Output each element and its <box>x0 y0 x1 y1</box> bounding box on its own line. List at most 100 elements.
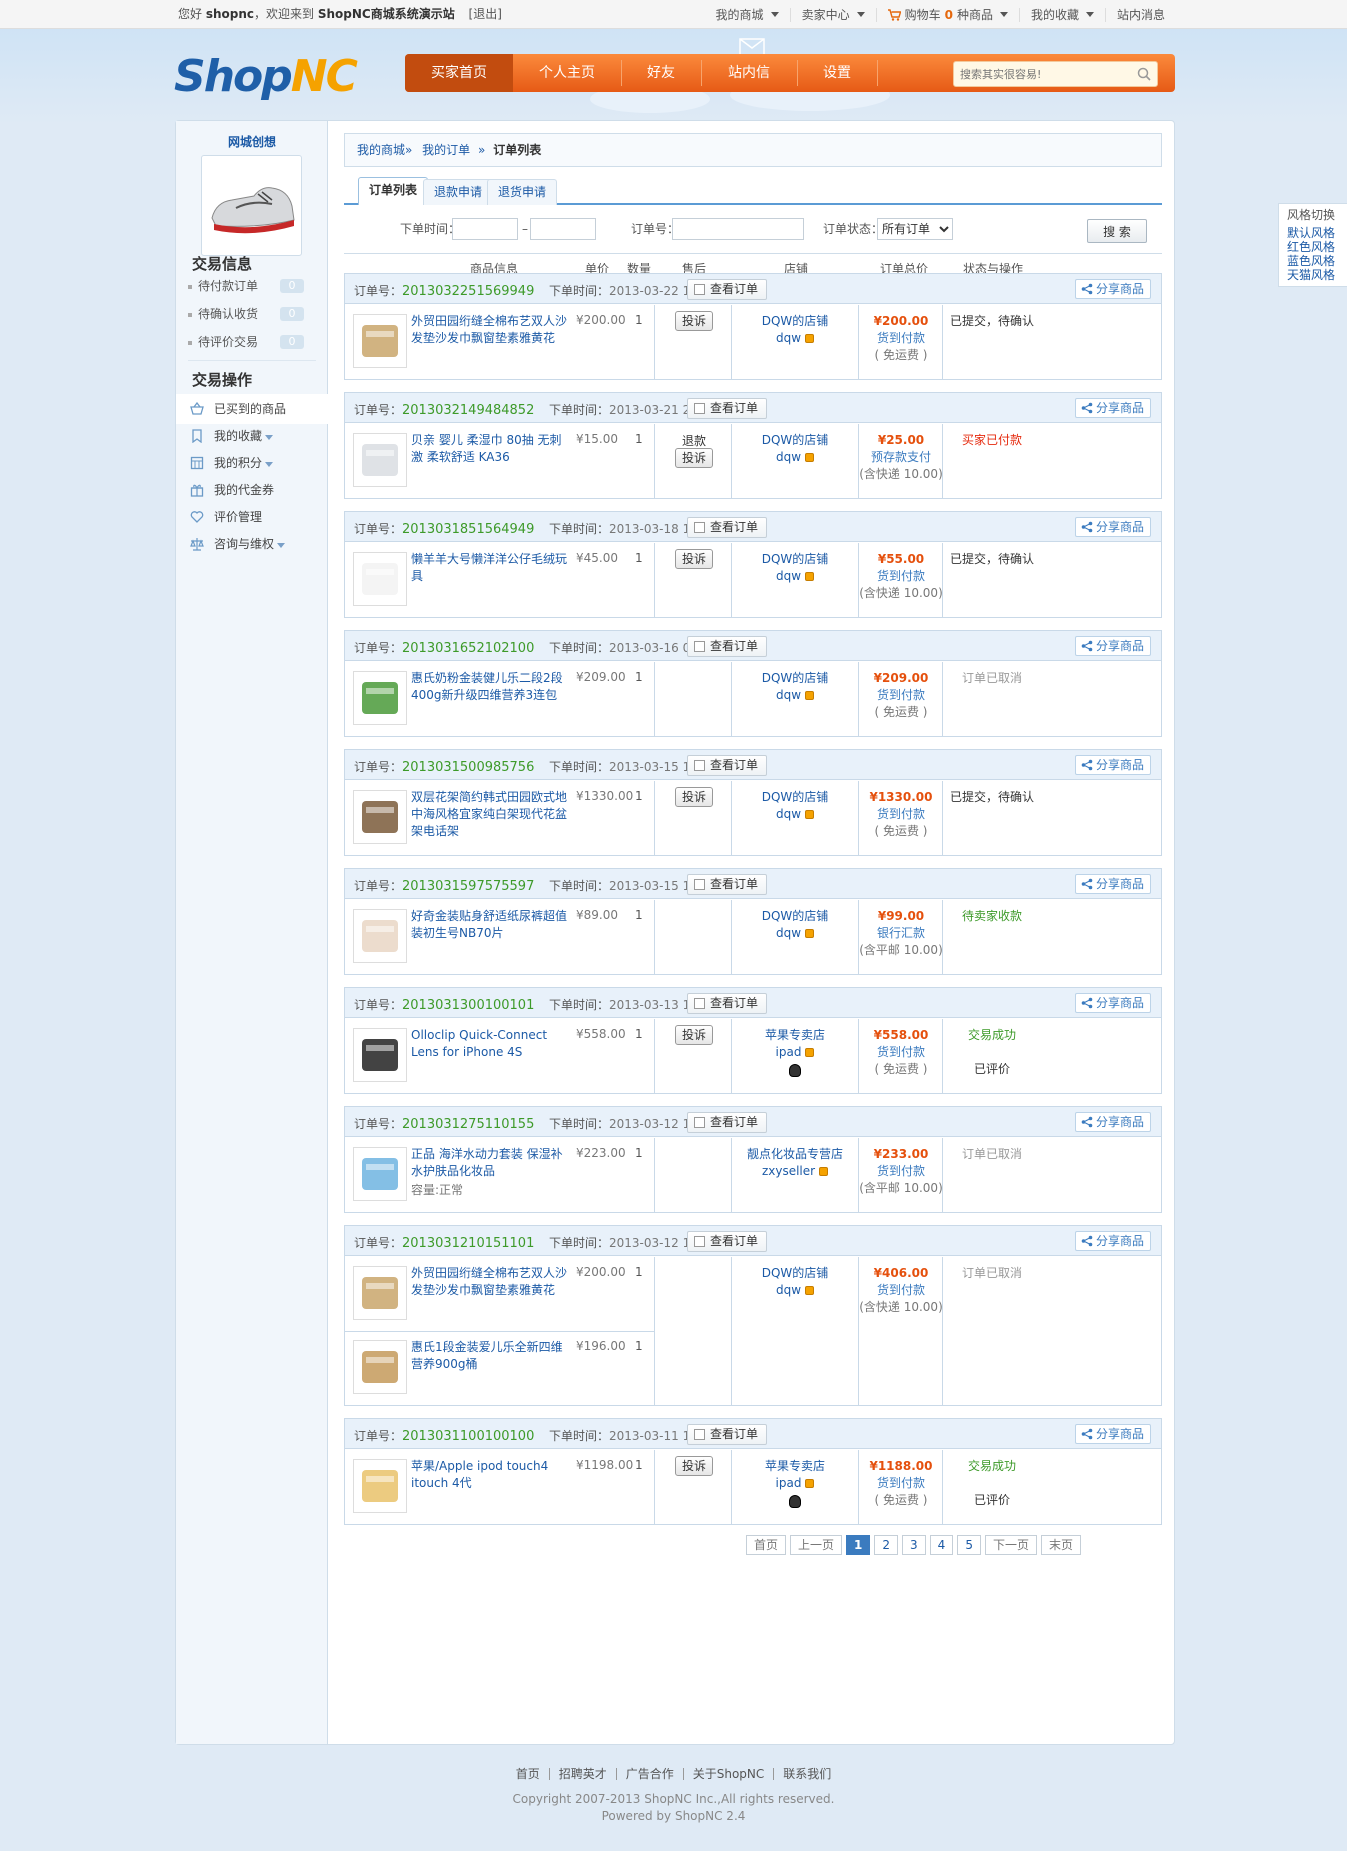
footer-link-ads[interactable]: 广告合作 <box>626 1767 674 1781</box>
complain-button[interactable]: 投诉 <box>675 1025 713 1045</box>
goods-name-link[interactable]: 贝亲 婴儿 柔湿巾 80抽 无刺激 柔软舒适 KA36 <box>411 432 571 466</box>
goods-name-link[interactable]: 惠氏1段金装爱儿乐全新四维营养900g桶 <box>411 1339 571 1373</box>
flower-stand-thumbnail[interactable] <box>353 790 407 844</box>
diapers-thumbnail[interactable] <box>353 909 407 963</box>
store-name-link[interactable]: DQW的店铺 <box>733 313 857 330</box>
im-chat-icon[interactable] <box>805 1479 815 1488</box>
share-goods-button[interactable]: 分享商品 <box>1074 1231 1151 1251</box>
share-goods-button[interactable]: 分享商品 <box>1074 755 1151 775</box>
favorites-menu[interactable]: 我的收藏 <box>1018 7 1105 22</box>
im-chat-icon[interactable] <box>805 691 815 700</box>
nav-settings[interactable]: 设置 <box>797 54 877 92</box>
goods-name-link[interactable]: 好奇金装贴身舒适纸尿裤超值装初生号NB70片 <box>411 908 571 942</box>
share-goods-button[interactable]: 分享商品 <box>1074 636 1151 656</box>
goods-name-link[interactable]: 正品 海洋水动力套装 保湿补水护肤品化妆品 <box>411 1146 571 1180</box>
page-2[interactable]: 2 <box>874 1535 899 1555</box>
site-logo[interactable]: ShopNC <box>174 52 358 102</box>
sidebar-item-consult[interactable]: 咨询与维权 <box>176 529 328 559</box>
page-4[interactable]: 4 <box>929 1535 954 1555</box>
sidebar-item-vouchers[interactable]: 我的代金券 <box>176 475 328 505</box>
order-state-select[interactable]: 所有订单 <box>877 218 953 240</box>
complain-button[interactable]: 投诉 <box>675 1456 713 1476</box>
goods-name-link[interactable]: 惠氏奶粉金装健儿乐二段2段400g新升级四维营养3连包 <box>411 670 571 704</box>
footer-link-home[interactable]: 首页 <box>516 1767 540 1781</box>
view-order-button[interactable]: 查看订单 <box>687 755 768 776</box>
pending-review-link[interactable]: 待评价交易 0 <box>188 332 316 352</box>
share-goods-button[interactable]: 分享商品 <box>1074 279 1151 299</box>
goods-name-link[interactable]: 苹果/Apple ipod touch4 itouch 4代 <box>411 1458 571 1492</box>
start-date-input[interactable] <box>452 218 518 240</box>
store-name-link[interactable]: DQW的店铺 <box>733 908 857 925</box>
goods-name-link[interactable]: 双层花架简约韩式田园欧式地中海风格宜家纯白架现代花盆架电话架 <box>411 789 571 840</box>
seller-name[interactable]: dqw <box>776 568 801 585</box>
seller-name[interactable]: dqw <box>776 1282 801 1299</box>
page-first[interactable]: 首页 <box>746 1535 787 1555</box>
complain-button[interactable]: 投诉 <box>675 549 713 569</box>
seller-name[interactable]: dqw <box>776 330 801 347</box>
seller-name[interactable]: zxyseller <box>762 1163 815 1180</box>
im-chat-icon[interactable] <box>819 1167 829 1176</box>
style-red[interactable]: 红色风格 <box>1287 240 1347 254</box>
cushion-thumbnail[interactable] <box>353 314 407 368</box>
complain-button[interactable]: 投诉 <box>675 311 713 331</box>
store-name-link[interactable]: DQW的店铺 <box>733 432 857 449</box>
nav-messages[interactable]: 站内信 <box>701 54 797 92</box>
seller-name[interactable]: ipad <box>776 1475 802 1492</box>
goods-name-link[interactable]: Olloclip Quick-Connect Lens for iPhone 4… <box>411 1027 571 1061</box>
goods-name-link[interactable]: 外贸田园绗缝全棉布艺双人沙发垫沙发巾飘窗垫素雅黄花 <box>411 1265 571 1299</box>
search-input[interactable] <box>960 66 1130 82</box>
cushion-thumbnail[interactable] <box>353 1266 407 1320</box>
page-1[interactable]: 1 <box>846 1535 871 1555</box>
page-3[interactable]: 3 <box>902 1535 926 1555</box>
share-goods-button[interactable]: 分享商品 <box>1074 398 1151 418</box>
ipod-thumbnail[interactable] <box>353 1459 407 1513</box>
im-chat-icon[interactable] <box>805 572 815 581</box>
milk-powder-thumbnail[interactable] <box>353 671 407 725</box>
store-name-link[interactable]: 靓点化妆品专营店 <box>733 1146 857 1163</box>
search-icon[interactable] <box>1137 67 1151 81</box>
view-order-button[interactable]: 查看订单 <box>687 636 768 657</box>
share-goods-button[interactable]: 分享商品 <box>1074 1112 1151 1132</box>
share-goods-button[interactable]: 分享商品 <box>1074 517 1151 537</box>
view-order-button[interactable]: 查看订单 <box>687 398 768 419</box>
style-tmall[interactable]: 天猫风格 <box>1287 268 1347 282</box>
cosmetics-thumbnail[interactable] <box>353 1147 407 1201</box>
im-chat-icon[interactable] <box>805 1286 815 1295</box>
logout-link[interactable]: [退出] <box>469 7 502 21</box>
store-name-link[interactable]: 苹果专卖店 <box>733 1458 857 1475</box>
my-mall-menu[interactable]: 我的商城 <box>705 8 790 22</box>
nav-profile[interactable]: 个人主页 <box>513 54 621 92</box>
share-goods-button[interactable]: 分享商品 <box>1074 993 1151 1013</box>
store-name-link[interactable]: DQW的店铺 <box>733 1265 857 1282</box>
footer-link-contact[interactable]: 联系我们 <box>783 1767 831 1781</box>
store-name-link[interactable]: 苹果专卖店 <box>733 1027 857 1044</box>
lens-thumbnail[interactable] <box>353 1028 407 1082</box>
sidebar-item-bought[interactable]: 已买到的商品 <box>176 394 329 424</box>
im-chat-icon[interactable] <box>805 334 815 343</box>
search-button[interactable]: 搜 索 <box>1087 219 1147 243</box>
seller-name[interactable]: dqw <box>776 687 801 704</box>
user-name[interactable]: 网城创想 <box>176 133 328 150</box>
share-goods-button[interactable]: 分享商品 <box>1074 1424 1151 1444</box>
view-order-button[interactable]: 查看订单 <box>687 279 768 300</box>
page-next[interactable]: 下一页 <box>984 1535 1037 1555</box>
tab-return[interactable]: 退货申请 <box>487 179 558 205</box>
nav-buyer-home[interactable]: 买家首页 <box>405 54 513 92</box>
cart-menu[interactable]: 购物车 0 种商品 <box>875 7 1019 22</box>
store-name-link[interactable]: DQW的店铺 <box>733 551 857 568</box>
share-goods-button[interactable]: 分享商品 <box>1074 874 1151 894</box>
qq-penguin-icon[interactable] <box>789 1064 801 1077</box>
tab-refund[interactable]: 退款申请 <box>423 179 494 205</box>
sidebar-item-favorites[interactable]: 我的收藏 <box>176 421 328 451</box>
im-chat-icon[interactable] <box>805 1048 815 1057</box>
milk-can-thumbnail[interactable] <box>353 1340 407 1394</box>
page-5[interactable]: 5 <box>957 1535 981 1555</box>
reviewed-link[interactable]: 已评价 <box>974 1493 1010 1507</box>
store-name-link[interactable]: DQW的店铺 <box>733 789 857 806</box>
seller-name[interactable]: dqw <box>776 925 801 942</box>
end-date-input[interactable] <box>530 218 596 240</box>
seller-name[interactable]: dqw <box>776 806 801 823</box>
tab-order-list[interactable]: 订单列表 <box>358 177 429 205</box>
im-chat-icon[interactable] <box>805 810 815 819</box>
seller-center-menu[interactable]: 卖家中心 <box>789 7 876 22</box>
